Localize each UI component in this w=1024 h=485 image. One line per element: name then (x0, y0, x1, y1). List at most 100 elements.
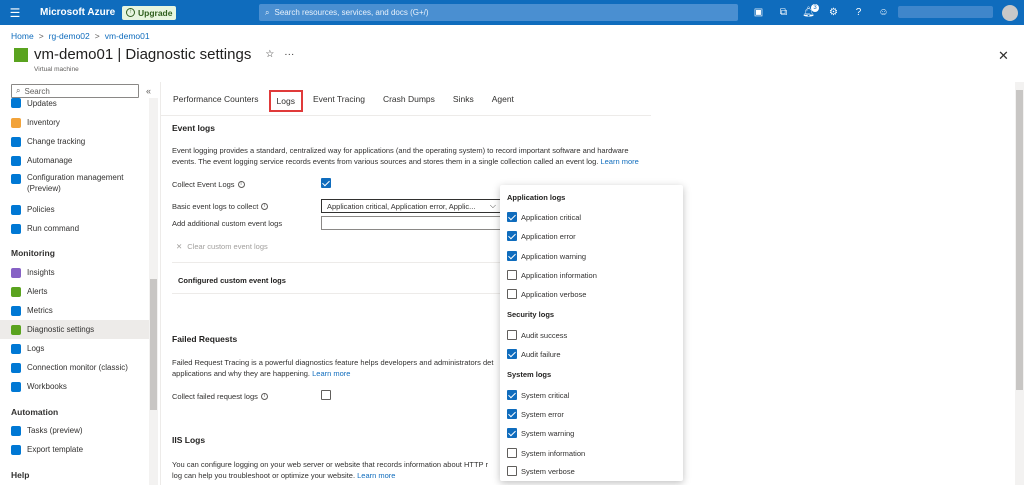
option-system-verbose[interactable]: System verbose (507, 466, 575, 476)
vm-icon (14, 47, 28, 62)
checkbox[interactable] (507, 270, 517, 280)
sidebar-scrollbar[interactable] (149, 98, 158, 485)
checkbox[interactable] (507, 212, 517, 222)
option-application-information[interactable]: Application information (507, 270, 597, 280)
account-name[interactable] (898, 6, 993, 18)
custom-event-logs-input[interactable] (321, 216, 501, 230)
upgrade-label: Upgrade (138, 7, 173, 18)
checkbox[interactable] (507, 448, 517, 458)
sidebar-item-tasks[interactable]: Tasks (preview) (11, 421, 149, 440)
option-system-information[interactable]: System information (507, 448, 585, 458)
cloud-shell-icon[interactable]: ▣ (752, 7, 765, 18)
avatar[interactable] (1002, 5, 1018, 21)
breadcrumb-vm[interactable]: vm-demo01 (105, 31, 150, 41)
more-options-icon[interactable]: ··· (284, 49, 294, 60)
info-icon[interactable]: i (237, 181, 245, 188)
checkbox[interactable] (507, 390, 517, 400)
sidebar-item-configuration-management[interactable]: Configuration management (Preview) (11, 172, 149, 198)
breadcrumb-rg[interactable]: rg-demo02 (49, 31, 90, 41)
learn-more-link[interactable]: Learn more (357, 471, 395, 480)
help-icon[interactable]: ? (852, 7, 865, 18)
tab-event-tracing[interactable]: Event Tracing (313, 90, 365, 112)
tab-logs[interactable]: Logs (268, 90, 303, 112)
sidebar-item-label: Metrics (27, 306, 53, 315)
sidebar-item-updates[interactable]: Updates (11, 94, 149, 108)
sidebar-item-inventory[interactable]: Inventory (11, 113, 149, 132)
checkbox[interactable] (507, 231, 517, 241)
global-search-input[interactable]: ⌕ Search resources, services, and docs (G… (259, 4, 738, 21)
info-icon[interactable]: i (260, 393, 268, 400)
sidebar-item-export-template[interactable]: Export template (11, 440, 149, 459)
learn-more-link[interactable]: Learn more (600, 157, 638, 166)
sidebar-item-policies[interactable]: Policies (11, 200, 149, 219)
checkbox[interactable] (507, 349, 517, 359)
sidebar-item-alerts[interactable]: Alerts (11, 282, 149, 301)
tab-sinks[interactable]: Sinks (453, 90, 474, 112)
info-icon[interactable]: i (261, 203, 269, 210)
clear-custom-event-logs-label: Clear custom event logs (187, 242, 268, 251)
tab-crash-dumps[interactable]: Crash Dumps (383, 90, 435, 112)
main-scrollbar[interactable] (1015, 82, 1024, 485)
option-application-error[interactable]: Application error (507, 231, 576, 241)
option-system-critical[interactable]: System critical (507, 390, 569, 400)
breadcrumb-separator: > (38, 31, 44, 41)
configured-custom-event-logs-label: Configured custom event logs (178, 276, 286, 285)
collect-failed-request-logs-label: Collect failed request logs i (172, 392, 268, 401)
checkbox[interactable] (507, 251, 517, 261)
event-logs-description: Event logging provides a standard, centr… (172, 145, 654, 167)
tab-performance-counters[interactable]: Performance Counters (173, 90, 259, 112)
basic-event-logs-dropdown[interactable]: Application critical, Application error,… (321, 199, 501, 213)
sidebar-item-connection-monitor[interactable]: Connection monitor (classic) (11, 358, 149, 377)
connection-monitor-icon (11, 362, 21, 373)
menu-icon[interactable]: ☰ (0, 6, 30, 20)
sidebar-item-change-tracking[interactable]: Change tracking (11, 132, 149, 151)
dropdown-value: Application critical, Application error,… (327, 201, 476, 211)
close-icon[interactable]: ✕ (998, 48, 1009, 64)
option-application-verbose[interactable]: Application verbose (507, 289, 586, 299)
checkbox[interactable] (507, 409, 517, 419)
page-title: vm-demo01 | Diagnostic settings (34, 46, 252, 63)
sidebar-item-diagnostic-settings[interactable]: Diagnostic settings (0, 320, 149, 339)
sidebar-item-run-command[interactable]: Run command (11, 219, 149, 238)
feedback-icon[interactable]: ☺ (877, 7, 890, 18)
option-application-warning[interactable]: Application warning (507, 251, 586, 261)
option-label: Application critical (521, 212, 582, 222)
section-header-automation: Automation (11, 407, 59, 417)
option-label: Application verbose (521, 289, 587, 299)
main-scrollbar-thumb[interactable] (1016, 90, 1023, 390)
option-application-critical[interactable]: Application critical (507, 212, 581, 222)
option-label: Audit failure (521, 349, 561, 359)
option-label: Application error (521, 231, 576, 241)
sidebar-item-label: Updates (27, 99, 57, 108)
collect-failed-request-logs-checkbox[interactable] (321, 390, 331, 400)
option-audit-success[interactable]: Audit success (507, 330, 567, 340)
settings-gear-icon[interactable]: ⚙ (827, 7, 840, 18)
brand[interactable]: Microsoft Azure (40, 7, 122, 18)
checkbox[interactable] (507, 428, 517, 438)
sidebar-item-workbooks[interactable]: Workbooks (11, 377, 149, 396)
tab-agent[interactable]: Agent (492, 90, 514, 112)
sidebar-item-label: Logs (27, 344, 45, 353)
collect-event-logs-checkbox[interactable] (321, 178, 331, 188)
sidebar-item-metrics[interactable]: Metrics (11, 301, 149, 320)
sidebar-scrollbar-thumb[interactable] (150, 279, 157, 410)
learn-more-link[interactable]: Learn more (312, 369, 350, 378)
sidebar-item-automanage[interactable]: Automanage (11, 151, 149, 170)
upgrade-button[interactable]: ↑ Upgrade (122, 5, 177, 20)
checkbox[interactable] (507, 466, 517, 476)
diagnostic-settings-icon (11, 324, 21, 335)
page-header: vm-demo01 | Diagnostic settings ☆ ··· (14, 46, 294, 63)
directory-filter-icon[interactable]: ⧉ (777, 7, 790, 18)
breadcrumb-home[interactable]: Home (11, 31, 34, 41)
option-audit-failure[interactable]: Audit failure (507, 349, 561, 359)
tab-bar: Performance Counters Logs Event Tracing … (173, 90, 532, 112)
option-system-warning[interactable]: System warning (507, 428, 574, 438)
sidebar-item-logs[interactable]: Logs (11, 339, 149, 358)
sidebar-item-insights[interactable]: Insights (11, 263, 149, 282)
clear-custom-event-logs-button[interactable]: ✕ Clear custom event logs (176, 242, 268, 251)
favorite-star-icon[interactable]: ☆ (265, 49, 274, 60)
checkbox[interactable] (507, 289, 517, 299)
option-system-error[interactable]: System error (507, 409, 564, 419)
checkbox[interactable] (507, 330, 517, 340)
group-header-application-logs: Application logs (507, 193, 566, 202)
